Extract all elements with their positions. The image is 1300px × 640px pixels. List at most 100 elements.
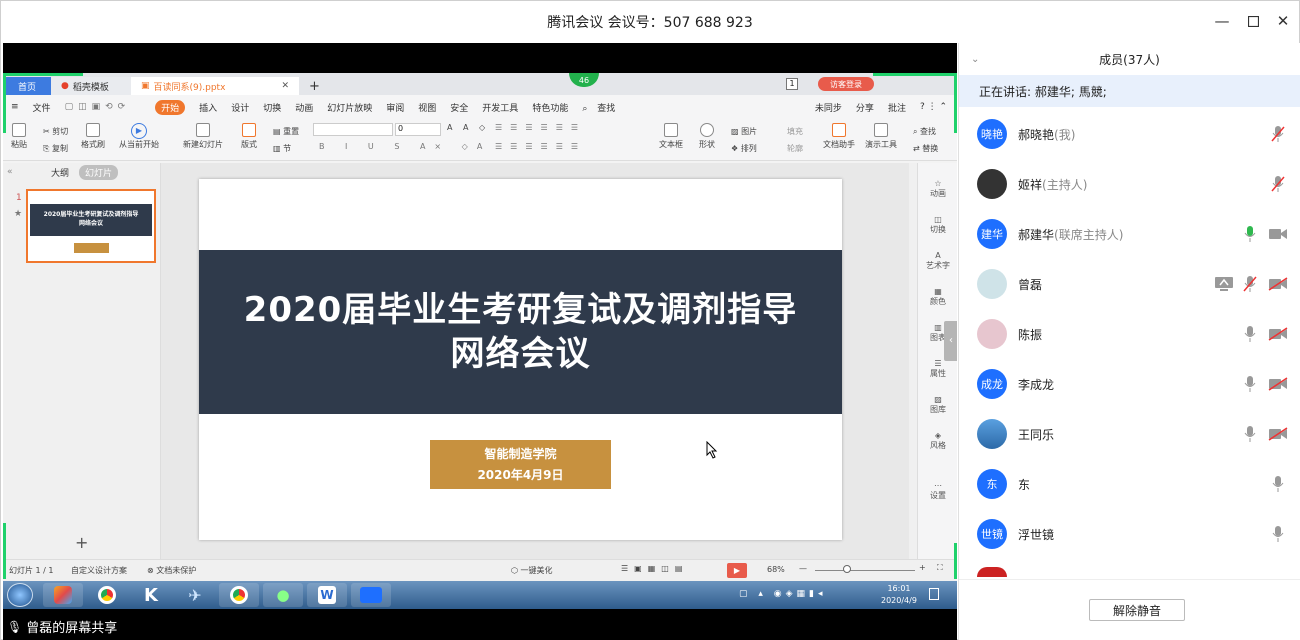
- tool-wordart[interactable]: A 艺术字: [918, 251, 957, 271]
- presentation-tools-button[interactable]: 演示工具: [865, 123, 897, 150]
- outline-button[interactable]: 轮廓: [787, 140, 803, 157]
- taskbar-tencent-meeting[interactable]: [351, 583, 391, 607]
- mic-muted-icon[interactable]: [1239, 273, 1261, 295]
- mic-icon[interactable]: [1239, 373, 1261, 395]
- font-name-select[interactable]: [313, 123, 393, 136]
- camera-off-icon[interactable]: [1267, 423, 1289, 445]
- collapse-pane-icon[interactable]: «: [7, 167, 13, 177]
- unmute-all-button[interactable]: 解除静音: [1089, 599, 1185, 621]
- font-style-buttons[interactable]: B I U S A× ◇A: [319, 142, 491, 151]
- font-size-controls[interactable]: A A ◇: [447, 123, 489, 132]
- slide[interactable]: 2020届毕业生考研复试及调剂指导 网络会议 智能制造学院 2020年4月9日: [199, 179, 842, 540]
- wps-tab-home[interactable]: 首页: [3, 77, 51, 95]
- menu-design[interactable]: 设计: [231, 101, 249, 114]
- shape-button[interactable]: 形状: [699, 123, 715, 150]
- menu-start[interactable]: 开始: [155, 99, 186, 115]
- tool-settings[interactable]: ⋯ 设置: [918, 481, 957, 501]
- mic-icon[interactable]: [1267, 473, 1289, 495]
- maximize-icon[interactable]: [1241, 9, 1265, 33]
- taskbar-wps[interactable]: W: [307, 583, 347, 607]
- doc-assistant-button[interactable]: 文档助手: [823, 123, 855, 150]
- view-buttons[interactable]: ☰▣▦◫▤: [621, 564, 688, 573]
- tool-gallery[interactable]: ▨ 图库: [918, 395, 957, 415]
- member-row[interactable]: 晓艳 郝晓艳(我): [959, 109, 1300, 159]
- close-icon[interactable]: ✕: [1271, 9, 1295, 33]
- show-desktop-icon[interactable]: [929, 588, 939, 600]
- slideshow-play-button[interactable]: ▶: [727, 563, 747, 578]
- camera-icon[interactable]: [1267, 223, 1289, 245]
- collapse-chevron-icon[interactable]: ⌄: [971, 54, 979, 65]
- taskbar-app-3[interactable]: K: [131, 583, 171, 607]
- section-button[interactable]: ▥ 节: [273, 140, 299, 157]
- tool-animation[interactable]: ☆ 动画: [918, 179, 957, 199]
- camera-off-icon[interactable]: [1267, 273, 1289, 295]
- fit-window-icon[interactable]: ⛶: [937, 563, 943, 573]
- taskbar-app-1[interactable]: [43, 583, 83, 607]
- camera-off-icon[interactable]: [1267, 373, 1289, 395]
- mic-icon[interactable]: [1239, 323, 1261, 345]
- outline-tab[interactable]: 大纲: [51, 166, 69, 179]
- menu-slideshow[interactable]: 幻灯片放映: [327, 101, 372, 114]
- zoom-in-icon[interactable]: +: [919, 563, 926, 572]
- menu-insert[interactable]: 插入: [199, 101, 217, 114]
- menu-review[interactable]: 审阅: [386, 101, 404, 114]
- menu-share[interactable]: 分享: [856, 101, 874, 114]
- start-button[interactable]: [7, 583, 33, 607]
- zoom-slider-handle[interactable]: [843, 565, 851, 573]
- cut-button[interactable]: ✂ 剪切: [43, 123, 68, 140]
- tab-close-icon[interactable]: ✕: [281, 81, 289, 91]
- member-row[interactable]: 成龙 李成龙: [959, 359, 1300, 409]
- add-slide-icon[interactable]: +: [75, 533, 88, 552]
- tray-icons[interactable]: ▢ ▴ ◉◈▦▮◂: [739, 589, 827, 599]
- wps-tab-docer[interactable]: ● 稻壳模板: [51, 77, 131, 95]
- tool-property[interactable]: ☰ 属性: [918, 359, 957, 379]
- member-row[interactable]: 东 东: [959, 459, 1300, 509]
- font-size-select[interactable]: 0: [395, 123, 441, 136]
- layout-button[interactable]: 版式: [241, 123, 257, 150]
- new-slide-button[interactable]: 新建幻灯片: [183, 123, 223, 150]
- minimize-icon[interactable]: —: [1210, 9, 1234, 33]
- mic-muted-icon[interactable]: [1267, 123, 1289, 145]
- slides-tab[interactable]: 幻灯片: [79, 165, 119, 180]
- menu-comment[interactable]: 批注: [888, 101, 906, 114]
- beautify-button[interactable]: ⬡ 一键美化: [511, 565, 553, 576]
- taskbar-chrome[interactable]: [87, 583, 127, 607]
- play-from-current-button[interactable]: ▶ 从当前开始: [119, 123, 159, 150]
- mic-active-icon[interactable]: [1239, 223, 1261, 245]
- textbox-button[interactable]: 文本框: [659, 123, 683, 150]
- menu-animation[interactable]: 动画: [295, 101, 313, 114]
- reset-button[interactable]: ▤ 重置: [273, 123, 299, 140]
- member-row[interactable]: 王同乐: [959, 409, 1300, 459]
- tool-color[interactable]: ▦ 颜色: [918, 287, 957, 307]
- taskbar-wechat[interactable]: ●: [263, 583, 303, 607]
- zoom-out-icon[interactable]: —: [799, 564, 807, 573]
- wps-tab-pptx[interactable]: ▣ 百读同系(9).pptx ✕: [131, 77, 299, 95]
- menu-icon[interactable]: ≡: [11, 102, 19, 112]
- paste-button[interactable]: 粘贴: [11, 123, 27, 150]
- member-row[interactable]: 建华 郝建华(联席主持人): [959, 209, 1300, 259]
- paragraph-buttons[interactable]: ☰☰☰☰☰☰: [495, 123, 586, 132]
- replace-button[interactable]: ⇄ 替换: [913, 140, 938, 157]
- member-row[interactable]: 曾磊: [959, 259, 1300, 309]
- status-design[interactable]: 自定义设计方案: [71, 565, 127, 576]
- status-protect[interactable]: ⊗ 文档未保护: [147, 565, 196, 576]
- mic-icon[interactable]: [1239, 423, 1261, 445]
- member-row[interactable]: 姬祥(主持人): [959, 159, 1300, 209]
- copy-button[interactable]: ⎘ 复制: [43, 140, 68, 157]
- find-button[interactable]: ⌕ 查找: [913, 123, 938, 140]
- arrange-button[interactable]: ❖ 排列: [731, 140, 757, 157]
- menu-file[interactable]: 文件: [33, 101, 51, 114]
- new-tab-icon[interactable]: +: [299, 77, 330, 95]
- menu-transition[interactable]: 切换: [263, 101, 281, 114]
- tool-style[interactable]: ◈ 风格: [918, 431, 957, 451]
- screen-share-icon[interactable]: [1213, 273, 1235, 295]
- menu-devtools[interactable]: 开发工具: [482, 101, 518, 114]
- guest-login-button[interactable]: 访客登录: [818, 77, 874, 91]
- camera-off-icon[interactable]: [1267, 323, 1289, 345]
- menu-security[interactable]: 安全: [450, 101, 468, 114]
- slide-thumbnail[interactable]: 2020届毕业生考研复试及调剂指导 网络会议: [26, 189, 156, 263]
- canvas-scrollbar[interactable]: [909, 163, 917, 559]
- menu-features[interactable]: 特色功能: [532, 101, 568, 114]
- picture-button[interactable]: ▨ 图片: [731, 123, 757, 140]
- zoom-slider[interactable]: [815, 570, 915, 571]
